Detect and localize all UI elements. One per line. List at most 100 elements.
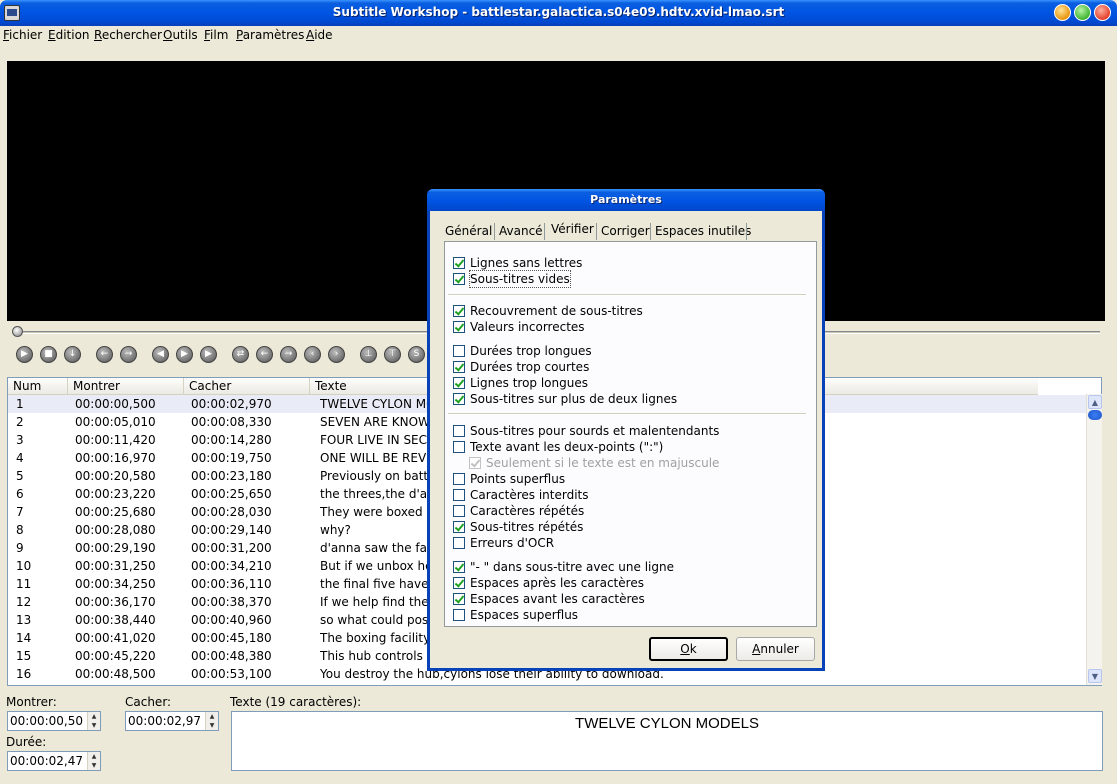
minimize-button[interactable] <box>1054 4 1071 21</box>
column-num[interactable]: Num <box>8 378 68 395</box>
checkbox[interactable] <box>453 361 465 373</box>
menu-parametres[interactable]: Paramètres <box>236 28 304 42</box>
mark-start-icon[interactable]: ⊥ <box>360 346 377 363</box>
maximize-button[interactable] <box>1074 4 1091 21</box>
cell-hide: 00:00:53,100 <box>191 667 272 681</box>
checkbox[interactable] <box>453 561 465 573</box>
checkbox[interactable] <box>453 489 465 501</box>
list-scrollbar[interactable]: ▲ ▼ <box>1086 394 1102 685</box>
save-subtitle-icon[interactable]: S <box>408 346 425 363</box>
menu-outils[interactable]: Outils <box>163 28 198 42</box>
menu-bar: Fichier Edition Rechercher Outils Film P… <box>0 26 1117 46</box>
cancel-button[interactable]: Annuler <box>736 637 815 661</box>
spin-down-icon[interactable]: ▼ <box>88 721 100 730</box>
spin-up-icon[interactable]: ▲ <box>88 712 100 721</box>
menu-rechercher[interactable]: Rechercher <box>94 28 162 42</box>
cell-hide: 00:00:23,180 <box>191 469 272 483</box>
play-icon[interactable]: ▶ <box>16 346 33 363</box>
title-bar[interactable]: Subtitle Workshop - battlestar.galactica… <box>0 0 1117 26</box>
checkbox-label: Points superflus <box>470 472 566 486</box>
fast-forward-icon[interactable]: ▶ <box>176 346 193 363</box>
spin-down-icon[interactable]: ▼ <box>88 761 100 770</box>
checkbox[interactable] <box>453 425 465 437</box>
column-montrer[interactable]: Montrer <box>68 378 184 395</box>
checkbox[interactable] <box>453 473 465 485</box>
scroll-thumb[interactable] <box>1088 410 1102 420</box>
checkbox-label: Sous-titres sur plus de deux lignes <box>470 392 678 406</box>
checkbox[interactable] <box>453 305 465 317</box>
cell-num: 8 <box>16 523 24 537</box>
menu-edition[interactable]: Edition <box>48 28 90 42</box>
step-icon[interactable]: ▶ <box>200 346 217 363</box>
menu-aide[interactable]: Aide <box>306 28 333 42</box>
checkbox[interactable] <box>453 521 465 533</box>
tab-avance[interactable]: Avancé <box>499 223 543 241</box>
tab-corriger[interactable]: Corriger <box>601 223 650 241</box>
duration-spinner[interactable]: ▲ ▼ <box>87 752 100 770</box>
checkbox-label: Recouvrement de sous-titres <box>470 304 643 318</box>
close-button[interactable] <box>1094 4 1111 21</box>
mark-end-icon[interactable]: ⊤ <box>384 346 401 363</box>
checkbox-label: Caractères interdits <box>470 488 589 502</box>
spin-up-icon[interactable]: ▲ <box>206 712 218 721</box>
tab-verifier[interactable]: Vérifier <box>551 221 594 239</box>
subtitle-text-editor[interactable]: TWELVE CYLON MODELS <box>231 711 1103 771</box>
stop-icon[interactable]: ■ <box>40 346 57 363</box>
column-cacher[interactable]: Cacher <box>184 378 310 395</box>
checkbox[interactable] <box>453 505 465 517</box>
rewind-icon[interactable]: ◀ <box>152 346 169 363</box>
checkbox-label: Lignes trop longues <box>470 376 588 390</box>
checkbox[interactable] <box>453 577 465 589</box>
checkbox[interactable] <box>453 593 465 605</box>
checkbox[interactable] <box>453 321 465 333</box>
cell-num: 11 <box>16 577 32 591</box>
checkbox[interactable] <box>453 537 465 549</box>
ok-button[interactable]: Ok <box>649 637 728 661</box>
forward-icon[interactable]: → <box>120 346 137 363</box>
cell-show: 00:00:05,010 <box>75 415 156 429</box>
scroll-down-icon[interactable]: ▼ <box>1088 669 1102 683</box>
download-icon[interactable]: ↓ <box>64 346 81 363</box>
text-label: Texte (19 caractères): <box>230 695 362 709</box>
hide-time-field[interactable]: 00:00:02,97 ▲ ▼ <box>125 711 219 731</box>
show-label: Montrer: <box>6 695 57 709</box>
cell-num: 10 <box>16 559 32 573</box>
cell-show: 00:00:34,250 <box>75 577 156 591</box>
start-subtitle-icon[interactable]: ‹ <box>304 346 321 363</box>
tab-espaces-inutiles[interactable]: Espaces inutiles <box>655 223 751 241</box>
checkbox[interactable] <box>453 393 465 405</box>
cell-num: 3 <box>16 433 24 447</box>
set-end-icon[interactable]: → <box>280 346 297 363</box>
show-time-spinner[interactable]: ▲ ▼ <box>87 712 100 730</box>
cell-num: 6 <box>16 487 24 501</box>
tab-general[interactable]: Général <box>445 223 492 241</box>
spin-down-icon[interactable]: ▼ <box>206 721 218 730</box>
cell-show: 00:00:45,220 <box>75 649 156 663</box>
cell-hide: 00:00:36,110 <box>191 577 272 591</box>
checkbox[interactable] <box>453 441 465 453</box>
cell-num: 2 <box>16 415 24 429</box>
cell-hide: 00:00:31,200 <box>191 541 272 555</box>
checkbox-label: Espaces après les caractères <box>470 576 644 590</box>
show-time-field[interactable]: 00:00:00,50 ▲ ▼ <box>7 711 101 731</box>
seek-thumb[interactable] <box>12 326 23 337</box>
checkbox[interactable] <box>453 257 465 269</box>
checkbox[interactable] <box>453 609 465 621</box>
menu-fichier[interactable]: Fichier <box>3 28 42 42</box>
checkbox[interactable] <box>453 273 465 285</box>
cell-hide: 00:00:02,970 <box>191 397 272 411</box>
menu-film[interactable]: Film <box>204 28 228 42</box>
set-start-icon[interactable]: ← <box>256 346 273 363</box>
duration-field[interactable]: 00:00:02,47 ▲ ▼ <box>7 751 101 771</box>
dialog-title[interactable]: Paramètres <box>427 189 825 211</box>
end-subtitle-icon[interactable]: › <box>328 346 345 363</box>
sync-icon[interactable]: ⇄ <box>232 346 249 363</box>
scroll-up-icon[interactable]: ▲ <box>1088 395 1102 409</box>
parameters-dialog: Paramètres Général Avancé Vérifier Corri… <box>427 189 825 671</box>
cell-num: 15 <box>16 649 32 663</box>
hide-time-spinner[interactable]: ▲ ▼ <box>205 712 218 730</box>
checkbox[interactable] <box>453 345 465 357</box>
checkbox[interactable] <box>453 377 465 389</box>
spin-up-icon[interactable]: ▲ <box>88 752 100 761</box>
back-icon[interactable]: ← <box>96 346 113 363</box>
